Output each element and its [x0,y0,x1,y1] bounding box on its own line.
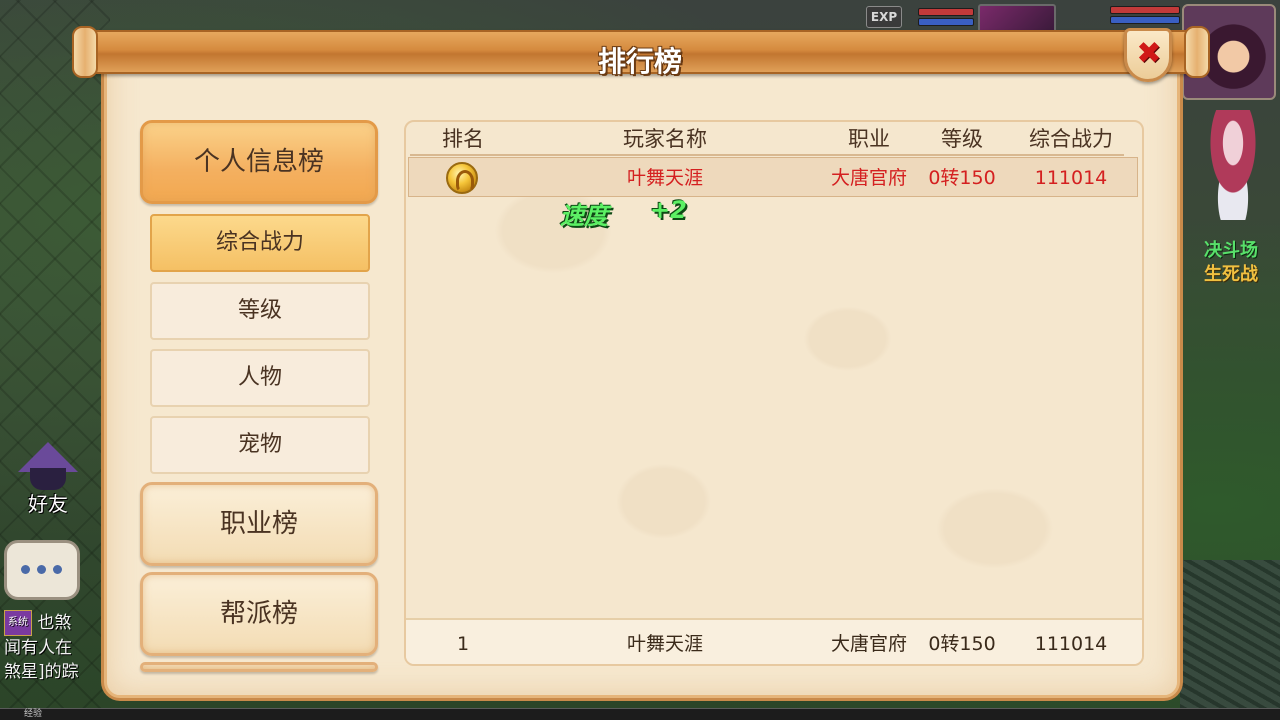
exp-badge: EXP [866,6,902,28]
nav-more-rank[interactable] [140,662,378,672]
col-header-job: 职业 [848,127,890,151]
chat-system-tag: 系统 [4,610,32,636]
col-header-rank: 排名 [442,127,484,151]
chat-log[interactable]: 系统 也煞 闻有人在 煞星]的踪 [4,610,114,710]
self-rank-divider [406,618,1142,620]
close-icon: ✖ [1136,36,1162,71]
player-hp-bar [1110,6,1180,14]
nav-sub-combat-power[interactable]: 综合战力 [150,214,370,272]
nav-job-rank[interactable]: 职业榜 [140,482,378,566]
row-level: 0转150 [928,167,996,189]
event-life-death[interactable]: 生死战 [1204,260,1274,286]
close-button[interactable]: ✖ [1124,28,1172,82]
friends-label: 好友 [28,492,68,516]
event-duel-arena[interactable]: 决斗场 [1204,236,1274,262]
ranking-table-panel[interactable] [404,120,1144,666]
chat-line: 闻有人在 [4,638,72,658]
speed-buff-value: +2 [650,196,687,224]
npc-character[interactable] [1198,110,1268,220]
nav-sub-level[interactable]: 等级 [150,282,370,340]
dialog-title: 排行榜 [597,45,682,78]
exp-strip-label: 经验 [24,709,43,719]
chat-line: 煞星]的踪 [4,662,79,682]
friends-button[interactable]: 好友 [12,442,82,516]
nav-sub-character[interactable]: 人物 [150,349,370,407]
pet-mp-bar [918,18,974,26]
friends-icon-face [30,468,66,490]
self-power: 111014 [1034,633,1108,655]
nav-personal-rank[interactable]: 个人信息榜 [140,120,378,204]
self-level: 0转150 [928,633,996,655]
exp-strip: 经验 [0,708,1280,720]
col-header-level: 等级 [941,127,983,151]
row-player-name: 叶舞天涯 [626,167,703,189]
pet-hp-bar [918,8,974,16]
col-header-player: 玩家名称 [623,127,707,151]
scene-roof [1180,560,1280,720]
nav-sub-pet[interactable]: 宠物 [150,416,370,474]
header-divider [410,154,1124,156]
self-name: 叶舞天涯 [626,633,703,655]
self-job: 大唐官府 [830,633,907,655]
row-power: 111014 [1034,167,1108,189]
col-header-power: 综合战力 [1029,127,1113,151]
chat-line: 也煞 [37,613,72,633]
speed-buff-label: 速度 [560,202,608,230]
row-job: 大唐官府 [830,167,907,189]
nav-guild-rank[interactable]: 帮派榜 [140,572,378,656]
gold-medal-icon [446,162,478,194]
chat-bubble-icon[interactable] [4,540,80,600]
player-mp-bar [1110,16,1180,24]
self-rank: 1 [456,633,470,655]
